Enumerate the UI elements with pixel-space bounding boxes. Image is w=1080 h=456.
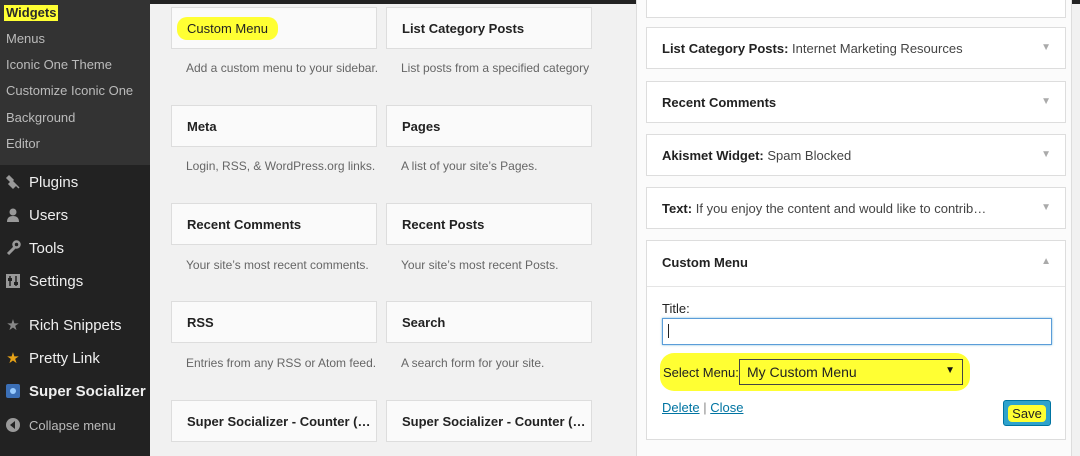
sidebar-item-plugins[interactable]: Plugins	[4, 169, 78, 195]
widget-pages[interactable]: Pages	[386, 105, 592, 147]
custom-menu-widget-panel: Custom Menu ▲ Title: Select Menu: My Cus…	[646, 240, 1066, 440]
widget-custom-menu[interactable]: Custom Menu	[171, 7, 377, 49]
plug-icon	[4, 173, 22, 191]
widget-title: List Category Posts	[402, 21, 525, 36]
appearance-submenu: Widgets Menus Iconic One Theme Customize…	[0, 0, 150, 165]
sidebar-item-label: Pretty Link	[29, 349, 100, 367]
area-widget-detail: Spam Blocked	[767, 148, 852, 163]
widget-description: Your site’s most recent comments.	[186, 258, 369, 272]
widget-title: Super Socializer - Counter (…	[187, 414, 371, 429]
widget-actions: Delete | Close	[662, 400, 743, 415]
widget-super-socializer-counter[interactable]: Super Socializer - Counter (…	[171, 400, 377, 442]
socializer-icon	[4, 382, 22, 400]
collapse-icon	[4, 416, 22, 434]
admin-sidebar: Widgets Menus Iconic One Theme Customize…	[0, 0, 150, 456]
title-label: Title:	[662, 301, 690, 316]
submenu-editor[interactable]: Editor	[6, 136, 40, 152]
widget-meta[interactable]: Meta	[171, 105, 377, 147]
select-menu-value: My Custom Menu	[747, 364, 857, 380]
area-widget-akismet[interactable]: Akismet Widget: Spam Blocked ▼	[646, 134, 1066, 176]
widget-search[interactable]: Search	[386, 301, 592, 343]
widget-title: Recent Comments	[187, 217, 302, 232]
widget-super-socializer-counter[interactable]: Super Socializer - Counter (…	[386, 400, 592, 442]
widget-description: List posts from a specified category	[401, 61, 590, 75]
user-icon	[4, 206, 22, 224]
submenu-iconic-one-theme[interactable]: Iconic One Theme	[6, 57, 112, 73]
save-button[interactable]: Save	[1003, 400, 1051, 426]
title-input[interactable]	[662, 318, 1052, 345]
widget-description: A search form for your site.	[401, 356, 545, 370]
sidebar-item-label: Settings	[29, 272, 84, 290]
widget-recent-posts[interactable]: Recent Posts	[386, 203, 592, 245]
widget-list-category-posts[interactable]: List Category Posts	[386, 7, 592, 49]
area-widget-detail: Internet Marketing Resources	[792, 41, 963, 56]
expand-arrow-icon[interactable]: ▼	[1041, 96, 1051, 107]
area-widget-name: Text:	[662, 201, 693, 216]
star-icon: ★	[6, 350, 20, 367]
widget-recent-comments[interactable]: Recent Comments	[171, 203, 377, 245]
settings-icon	[4, 272, 22, 290]
area-widget-name: List Category Posts:	[662, 41, 789, 56]
submenu-menus[interactable]: Menus	[6, 31, 45, 47]
sidebar-item-label: Users	[29, 206, 69, 224]
save-button-label: Save	[1008, 404, 1046, 422]
area-widget-text[interactable]: Text: If you enjoy the content and would…	[646, 187, 1066, 229]
text-cursor	[668, 324, 669, 338]
select-menu-row: Select Menu: My Custom Menu ▼	[660, 353, 970, 391]
submenu-background[interactable]: Background	[6, 110, 75, 126]
widget-title: Pages	[402, 119, 441, 134]
sidebar-item-users[interactable]: Users	[4, 202, 68, 228]
collapse-menu-button[interactable]: Collapse menu	[4, 412, 116, 438]
sidebar-item-super-socializer[interactable]: Super Socializer	[4, 378, 146, 404]
sidebar-item-label: Super Socializer	[29, 382, 146, 400]
sidebar-item-label: Collapse menu	[29, 417, 116, 433]
delete-link[interactable]: Delete	[662, 400, 700, 415]
widget-title: RSS	[187, 315, 214, 330]
widget-title: Super Socializer - Counter (…	[402, 414, 586, 429]
custom-menu-widget-header[interactable]: Custom Menu ▲	[647, 241, 1065, 287]
widget-description: Add a custom menu to your sidebar.	[186, 61, 379, 75]
collapse-arrow-icon[interactable]: ▲	[1041, 256, 1051, 267]
area-widget-recent-comments[interactable]: Recent Comments ▼	[646, 81, 1066, 123]
expand-arrow-icon[interactable]: ▼	[1041, 149, 1051, 160]
submenu-customize-iconic-one[interactable]: Customize Iconic One	[6, 83, 133, 99]
expand-arrow-icon[interactable]: ▼	[1041, 202, 1051, 213]
panel-title: Custom Menu	[662, 255, 748, 270]
widget-description: Your site’s most recent Posts.	[401, 258, 559, 272]
widget-title: Search	[402, 315, 446, 330]
dropdown-arrow-icon: ▼	[945, 365, 955, 376]
sidebar-item-label: Plugins	[29, 173, 79, 191]
select-menu-dropdown[interactable]: My Custom Menu ▼	[739, 359, 963, 385]
action-separator: |	[703, 400, 707, 415]
widget-rss[interactable]: RSS	[171, 301, 377, 343]
sidebar-item-pretty-link[interactable]: ★ Pretty Link	[4, 345, 100, 371]
area-widget-name: Recent Comments	[662, 95, 777, 110]
star-icon: ★	[6, 317, 20, 334]
widget-description: Login, RSS, & WordPress.org links.	[186, 159, 376, 173]
widget-description: A list of your site’s Pages.	[401, 159, 538, 173]
widget-title: Meta	[187, 119, 217, 134]
close-link[interactable]: Close	[710, 400, 743, 415]
sidebar-item-tools[interactable]: Tools	[4, 235, 64, 261]
wrench-icon	[4, 239, 22, 257]
area-widget-top-partial	[646, 0, 1066, 18]
sidebar-item-settings[interactable]: Settings	[4, 268, 83, 294]
widget-description: Entries from any RSS or Atom feed.	[186, 356, 377, 370]
widget-title: Custom Menu	[177, 17, 278, 40]
area-widget-list-category-posts[interactable]: List Category Posts: Internet Marketing …	[646, 27, 1066, 69]
sidebar-item-label: Rich Snippets	[29, 316, 122, 334]
sidebar-item-rich-snippets[interactable]: ★ Rich Snippets	[4, 312, 122, 338]
area-widget-name: Akismet Widget:	[662, 148, 764, 163]
sidebar-item-label: Tools	[29, 239, 65, 257]
expand-arrow-icon[interactable]: ▼	[1041, 42, 1051, 53]
area-widget-detail: If you enjoy the content and would like …	[695, 201, 987, 216]
select-menu-label: Select Menu:	[663, 365, 739, 380]
submenu-widgets[interactable]: Widgets	[4, 5, 59, 21]
widget-title: Recent Posts	[402, 217, 485, 232]
